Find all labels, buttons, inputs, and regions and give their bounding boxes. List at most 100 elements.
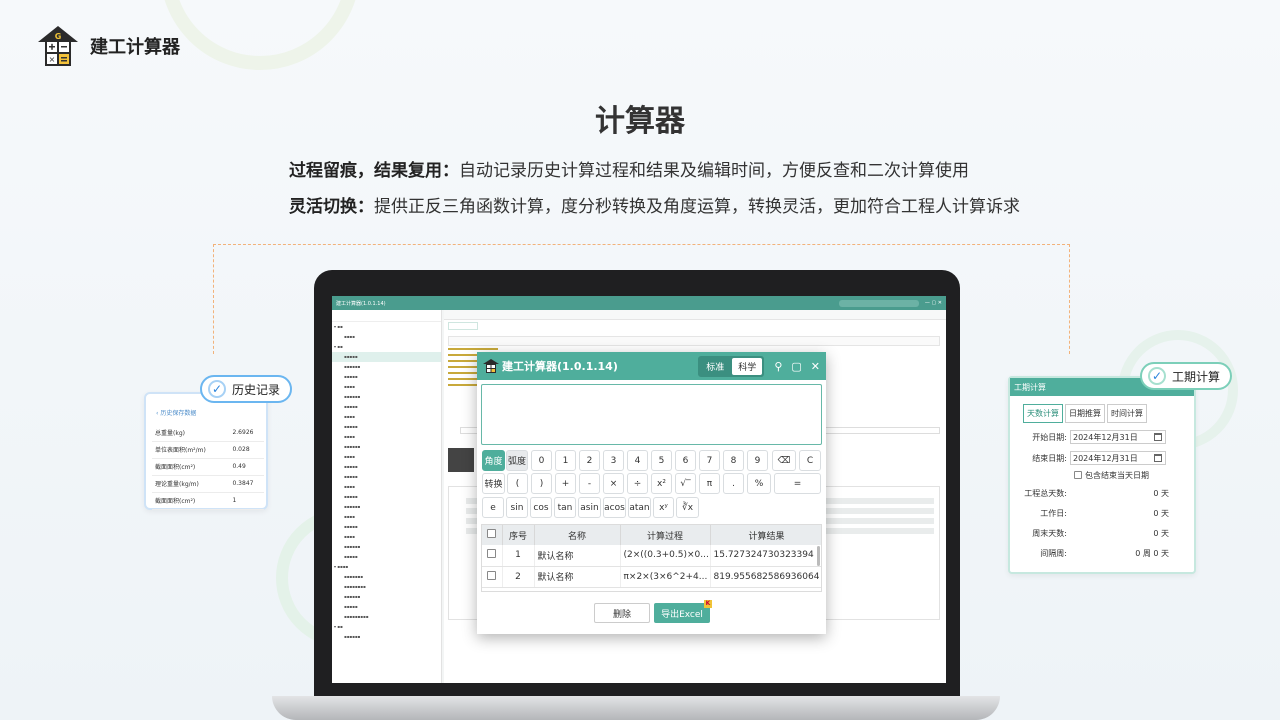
mode-tab-standard[interactable]: 标准 [700,358,730,375]
key-acos[interactable]: acos [603,497,626,518]
backspace-icon[interactable]: ⌫ [772,450,796,471]
key-0[interactable]: 0 [531,450,552,471]
tab-time-calc[interactable]: 时间计算 [1107,404,1147,423]
sidebar-item[interactable]: ▪▪▪▪▪▪ [332,362,441,372]
pin-icon[interactable]: ⚲ [774,360,782,373]
result-label: 周末天数: [1032,528,1067,538]
key-1[interactable]: 1 [555,450,576,471]
sidebar-item[interactable]: ▪▪▪▪▪ [332,462,441,472]
history-label: 截面面积(cm²) [152,492,230,510]
key-e[interactable]: e [482,497,504,518]
key-decimal[interactable]: . [723,473,744,494]
sidebar-item[interactable]: ▪▪▪▪▪▪▪ [332,572,441,582]
calculator-display[interactable] [481,384,822,445]
key-tan[interactable]: tan [554,497,576,518]
result-label: 工作日: [1040,508,1067,518]
close-icon[interactable]: ✕ [811,360,820,373]
key-sin[interactable]: sin [506,497,528,518]
history-scrollbar[interactable] [817,546,820,566]
app-window-controls[interactable]: — ▢ ✕ [925,300,942,307]
export-excel-button[interactable]: 导出Excel K [654,600,712,623]
history-back-link[interactable]: ‹ 历史保存数据 [156,408,196,417]
key-4[interactable]: 4 [627,450,648,471]
key-7[interactable]: 7 [699,450,720,471]
sidebar-item[interactable]: ▾ ▪▪▪▪ [332,562,441,572]
app-search-input[interactable] [838,299,919,307]
sidebar-item[interactable]: ▪▪▪▪▪ [332,552,441,562]
tab-date-calc[interactable]: 日期推算 [1065,404,1105,423]
key-2[interactable]: 2 [579,450,600,471]
mode-tab-scientific[interactable]: 科学 [732,357,763,375]
table-row[interactable]: 2 默认名称 π×2×(3×6^2+4... 819.9556825869360… [482,566,821,588]
key-atan[interactable]: atan [628,497,651,518]
sidebar-item[interactable]: ▪▪▪▪▪▪ [332,502,441,512]
end-date-field[interactable]: 2024年12月31日 [1070,451,1166,465]
key-square[interactable]: x² [651,473,672,494]
sidebar-item-selected[interactable]: ▪▪▪▪▪ [332,352,441,362]
sidebar-item[interactable]: ▪▪▪▪ [332,382,441,392]
sidebar-item[interactable]: ▪▪▪▪▪ [332,492,441,502]
sidebar-item[interactable]: ▪▪▪▪ [332,412,441,422]
row-checkbox[interactable] [482,545,503,567]
sidebar-item[interactable]: ▪▪▪▪▪▪▪▪▪ [332,612,441,622]
calendar-icon[interactable] [1154,433,1162,441]
key-divide[interactable]: ÷ [627,473,648,494]
key-9[interactable]: 9 [747,450,768,471]
calculator-house-logo-icon: G × [36,24,80,68]
sidebar-item[interactable]: ▪▪▪▪▪▪ [332,392,441,402]
sidebar-item[interactable]: ▪▪▪▪▪ [332,402,441,412]
sidebar-item[interactable]: ▪▪▪▪ [332,432,441,442]
sidebar-item[interactable]: ▪▪▪▪▪ [332,422,441,432]
sidebar-item[interactable]: ▾ ▪▪ [332,622,441,632]
key-6[interactable]: 6 [675,450,696,471]
key-degree[interactable]: 角度 [482,450,505,471]
key-cos[interactable]: cos [530,497,552,518]
key-asin[interactable]: asin [578,497,601,518]
sidebar-item[interactable]: ▪▪▪▪ [332,452,441,462]
app-tab[interactable] [448,322,478,330]
key-3[interactable]: 3 [603,450,624,471]
key-radian[interactable]: 弧度 [506,450,528,471]
start-date-field[interactable]: 2024年12月31日 [1070,430,1166,444]
sidebar-item[interactable]: ▪▪▪▪▪ [332,472,441,482]
sidebar-item[interactable]: ▪▪▪▪▪▪ [332,632,441,642]
tab-day-count[interactable]: 天数计算 [1023,404,1063,423]
calendar-icon[interactable] [1154,454,1162,462]
key-5[interactable]: 5 [651,450,672,471]
include-end-checkbox[interactable] [1074,471,1082,479]
sidebar-item[interactable]: ▪▪▪▪ [332,332,441,342]
sidebar-item[interactable]: ▪▪▪▪ [332,512,441,522]
key-minus[interactable]: - [579,473,600,494]
sidebar-item[interactable]: ▪▪▪▪▪▪ [332,542,441,552]
sidebar-item[interactable]: ▪▪▪▪▪ [332,602,441,612]
row-checkbox[interactable] [482,566,503,588]
sidebar-item[interactable]: ▪▪▪▪ [332,532,441,542]
table-row[interactable]: 1 默认名称 (2×((0.3+0.5)×0... 15.72732473032… [482,545,821,567]
key-right-paren[interactable]: ) [531,473,552,494]
key-plus[interactable]: + [555,473,576,494]
sidebar-item[interactable]: ▪▪▪▪▪ [332,372,441,382]
key-percent[interactable]: % [747,473,771,494]
sidebar-item[interactable]: ▪▪▪▪ [332,482,441,492]
key-left-paren[interactable]: ( [507,473,528,494]
key-convert[interactable]: 转换 [482,473,505,494]
sidebar-item[interactable]: ▾ ▪▪ [332,342,441,352]
sidebar-item[interactable]: ▪▪▪▪▪▪ [332,442,441,452]
sidebar-item[interactable]: ▪▪▪▪▪▪ [332,592,441,602]
sidebar-item[interactable]: ▾ ▪▪ [332,322,441,332]
key-8[interactable]: 8 [723,450,744,471]
select-all-checkbox[interactable] [482,525,503,545]
key-equals[interactable]: = [774,473,821,494]
key-clear[interactable]: C [799,450,821,471]
header-process: 计算过程 [620,525,711,545]
sidebar-item[interactable]: ▪▪▪▪▪ [332,522,441,532]
key-multiply[interactable]: × [603,473,624,494]
key-power[interactable]: xʸ [653,497,674,518]
key-pi[interactable]: π [699,473,720,494]
description-line-1: 过程留痕，结果复用：自动记录历史计算过程和结果及编辑时间，方便反查和二次计算使用 [289,156,969,181]
delete-button[interactable]: 删除 [594,603,650,623]
maximize-icon[interactable]: ▢ [791,360,801,373]
key-cube-root[interactable]: ∛x [676,497,699,518]
key-sqrt[interactable]: √‾ [675,473,696,494]
sidebar-item[interactable]: ▪▪▪▪▪▪▪▪ [332,582,441,592]
